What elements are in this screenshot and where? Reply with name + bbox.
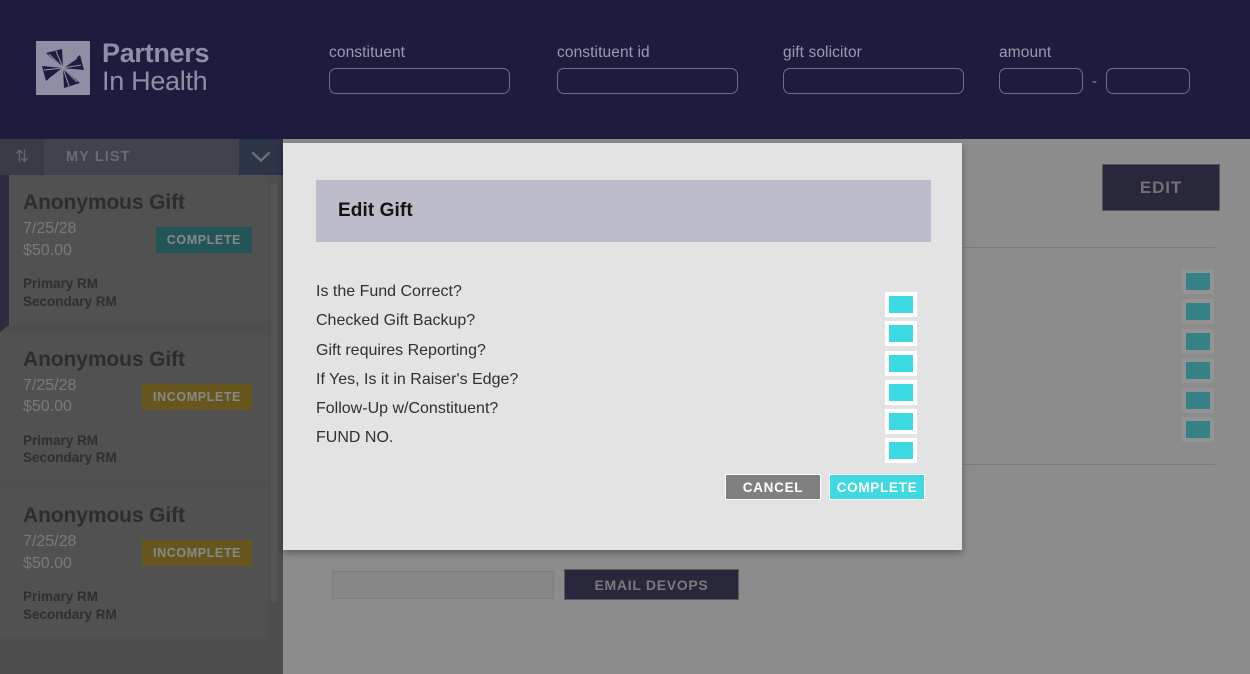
checklist-row: FUND NO. [316,429,931,464]
brand-line-1: Partners [102,38,210,68]
checklist-label: Follow-Up w/Constituent? [316,400,499,418]
modal-title: Edit Gift [338,200,413,221]
amount-max-input[interactable] [1106,68,1190,94]
checklist-row: Follow-Up w/Constituent? [316,400,931,435]
checklist-label: FUND NO. [316,429,394,447]
filter-constituent: constituent [329,44,510,94]
modal-checklist: Is the Fund Correct? Checked Gift Backup… [316,283,931,464]
complete-button[interactable]: COMPLETE [829,474,925,500]
constituent-id-input[interactable] [557,68,738,94]
gift-solicitor-input[interactable] [783,68,964,94]
cancel-button[interactable]: CANCEL [725,474,821,500]
filter-constituent-id-label: constituent id [557,44,650,61]
brand-name: Partners In Health [102,38,210,96]
checklist-label: Checked Gift Backup? [316,312,476,330]
checklist-row: Is the Fund Correct? [316,283,931,317]
checklist-row: Gift requires Reporting? [316,341,931,376]
filter-constituent-label: constituent [329,44,406,61]
checklist-row: Checked Gift Backup? [316,312,931,347]
pinwheel-logo-icon [36,40,90,95]
constituent-input[interactable] [329,68,510,94]
filter-constituent-id: constituent id [557,44,738,94]
checklist-label: If Yes, Is it in Raiser's Edge? [316,370,519,388]
checklist-label: Is the Fund Correct? [316,283,462,300]
filter-gift-solicitor: gift solicitor [783,44,964,94]
top-navigation-bar: Partners In Health constituent constitue… [0,0,1250,139]
checklist-checkbox-fund-no[interactable] [885,438,917,464]
checklist-row: If Yes, Is it in Raiser's Edge? [316,370,931,405]
amount-min-input[interactable] [999,68,1083,94]
app-root: Partners In Health constituent constitue… [0,0,1250,674]
filter-amount: amount - [999,44,1190,94]
filter-gift-solicitor-label: gift solicitor [783,44,862,61]
brand-logo[interactable]: Partners In Health [36,38,210,96]
amount-range-separator: - [1092,72,1097,90]
modal-header: Edit Gift [316,180,931,242]
brand-line-2: In Health [102,65,208,96]
edit-gift-modal: Edit Gift Is the Fund Correct? Checked G… [283,143,962,550]
modal-action-bar: CANCEL COMPLETE [725,474,925,500]
amount-range-row: - [999,68,1190,94]
filter-amount-label: amount [999,44,1052,61]
checklist-label: Gift requires Reporting? [316,341,486,359]
